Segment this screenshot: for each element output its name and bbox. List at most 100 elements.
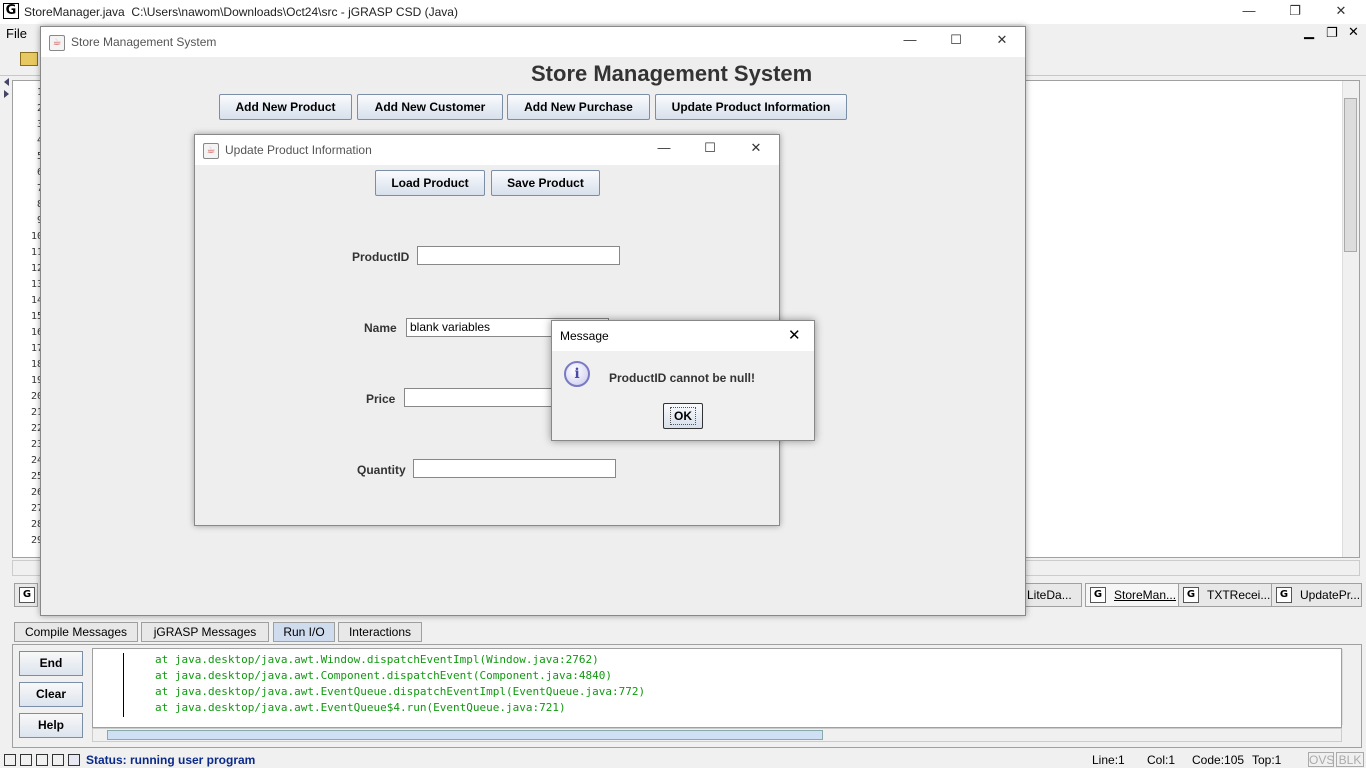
layout-icon[interactable] — [68, 754, 80, 766]
line-number: 5 — [36, 151, 40, 162]
file-tab-liteda[interactable]: LiteDa... — [1024, 583, 1082, 607]
side-arrows[interactable] — [2, 76, 12, 106]
update-maximize-button[interactable]: ☐ — [687, 137, 733, 161]
info-icon: i — [564, 361, 590, 387]
update-minimize-button[interactable]: — — [641, 137, 687, 161]
update-window-title-bar: ☕ Update Product Information — ☐ ✕ — [195, 135, 779, 165]
store-maximize-button[interactable]: ☐ — [933, 29, 979, 53]
ok-button[interactable]: OK — [663, 403, 703, 429]
line-number: 6 — [36, 167, 40, 178]
open-folder-icon[interactable] — [20, 52, 38, 66]
line-number: 2 — [36, 103, 40, 114]
mdi-minimize-icon[interactable]: ▁ — [1304, 24, 1314, 40]
end-button[interactable]: End — [19, 651, 83, 676]
file-tab-label: TXTRecei... — [1207, 588, 1271, 602]
line-number: 20 — [30, 391, 40, 402]
store-window-title-bar: ☕ Store Management System — ☐ ✕ — [41, 27, 1025, 57]
status-code: Code:105 — [1192, 753, 1245, 767]
line-number: 7 — [36, 183, 40, 194]
close-button[interactable]: ✕ — [1318, 0, 1364, 24]
line-number: 15 — [30, 311, 40, 322]
mdi-window-controls[interactable]: ▁ ❐ ✕ — [1304, 24, 1364, 42]
output-scrollbar[interactable] — [1342, 649, 1357, 725]
quantity-label: Quantity — [357, 463, 406, 477]
store-window-title: Store Management System — [71, 35, 217, 49]
minimize-button[interactable]: — — [1226, 0, 1272, 24]
status-bar: Status: running user program Line:1 Col:… — [0, 752, 1366, 768]
file-tab-label: UpdatePr... — [1300, 588, 1361, 602]
csd-file-icon: G — [1090, 587, 1106, 603]
line-number: 1 — [36, 87, 40, 98]
app-title-bar: G StoreManager.java C:\Users\nawom\Downl… — [0, 0, 1366, 24]
clear-button[interactable]: Clear — [19, 682, 83, 707]
add-new-customer-button[interactable]: Add New Customer — [357, 94, 503, 120]
line-number: 23 — [30, 439, 40, 450]
layout-icon[interactable] — [4, 754, 16, 766]
layout-icon[interactable] — [36, 754, 48, 766]
line-number: 17 — [30, 343, 40, 354]
app-title: StoreManager.java C:\Users\nawom\Downloa… — [24, 5, 458, 19]
file-tab-storeman[interactable]: G StoreMan... — [1085, 583, 1181, 607]
csd-file-icon: G — [1276, 587, 1292, 603]
status-text: Status: running user program — [86, 753, 256, 767]
csd-file-icon: G — [19, 587, 35, 603]
tab-interactions[interactable]: Interactions — [338, 622, 422, 642]
line-number: 12 — [30, 263, 40, 274]
product-id-field[interactable] — [417, 246, 620, 265]
tab-compile-messages[interactable]: Compile Messages — [14, 622, 138, 642]
status-line: Line:1 — [1092, 753, 1125, 767]
quantity-field[interactable] — [413, 459, 616, 478]
mdi-restore-icon[interactable]: ❐ — [1326, 25, 1338, 41]
save-product-button[interactable]: Save Product — [491, 170, 600, 196]
file-tab-label: LiteDa... — [1027, 588, 1072, 602]
status-top: Top:1 — [1252, 753, 1282, 767]
line-number: 16 — [30, 327, 40, 338]
output-line: at java.desktop/java.awt.Window.dispatch… — [155, 653, 599, 666]
line-number: 18 — [30, 359, 40, 370]
file-tab-hidden[interactable]: G — [14, 583, 38, 607]
status-col: Col:1 — [1147, 753, 1176, 767]
status-blk: BLK — [1336, 752, 1364, 767]
tab-run-io[interactable]: Run I/O — [273, 622, 335, 642]
add-new-purchase-button[interactable]: Add New Purchase — [507, 94, 650, 120]
menu-file[interactable]: File — [6, 26, 27, 41]
tab-jgrasp-messages[interactable]: jGRASP Messages — [141, 622, 269, 642]
file-tab-updatepr[interactable]: G UpdatePr... — [1271, 583, 1362, 607]
expand-right-icon[interactable] — [4, 90, 9, 98]
output-hscroll-thumb[interactable] — [107, 730, 823, 740]
restore-button[interactable]: ❐ — [1272, 0, 1318, 24]
name-label: Name — [364, 321, 397, 335]
status-icons[interactable] — [4, 754, 80, 766]
ok-label: OK — [670, 407, 696, 425]
editor-scroll-thumb[interactable] — [1344, 98, 1357, 252]
update-close-button[interactable]: ✕ — [733, 137, 779, 161]
file-tab-txtrecei[interactable]: G TXTRecei... — [1178, 583, 1274, 607]
add-new-product-button[interactable]: Add New Product — [219, 94, 352, 120]
line-number: 13 — [30, 279, 40, 290]
mdi-close-icon[interactable]: ✕ — [1348, 24, 1359, 40]
line-number: 22 — [30, 423, 40, 434]
layout-icon[interactable] — [52, 754, 64, 766]
store-heading: Store Management System — [531, 61, 813, 86]
csd-file-icon: G — [1183, 587, 1199, 603]
output-line: at java.desktop/java.awt.EventQueue$4.ru… — [155, 701, 566, 714]
line-number: 14 — [30, 295, 40, 306]
line-number: 3 — [36, 119, 40, 130]
line-number: 28 — [30, 519, 40, 530]
message-text: ProductID cannot be null! — [609, 371, 755, 385]
load-product-button[interactable]: Load Product — [375, 170, 485, 196]
store-minimize-button[interactable]: — — [887, 29, 933, 53]
message-title-bar: Message ✕ — [552, 321, 814, 351]
message-close-button[interactable]: ✕ — [788, 326, 801, 344]
run-output-area[interactable]: at java.desktop/java.awt.Window.dispatch… — [92, 648, 1342, 728]
message-dialog: Message ✕ i ProductID cannot be null! OK — [551, 320, 815, 441]
help-button[interactable]: Help — [19, 713, 83, 738]
output-horizontal-scrollbar[interactable] — [92, 728, 1342, 742]
collapse-left-icon[interactable] — [4, 78, 9, 86]
layout-icon[interactable] — [20, 754, 32, 766]
line-number: 8 — [36, 199, 40, 210]
store-close-button[interactable]: ✕ — [979, 29, 1025, 53]
line-number: 25 — [30, 471, 40, 482]
line-number: 9 — [36, 215, 40, 226]
update-product-information-button[interactable]: Update Product Information — [655, 94, 847, 120]
